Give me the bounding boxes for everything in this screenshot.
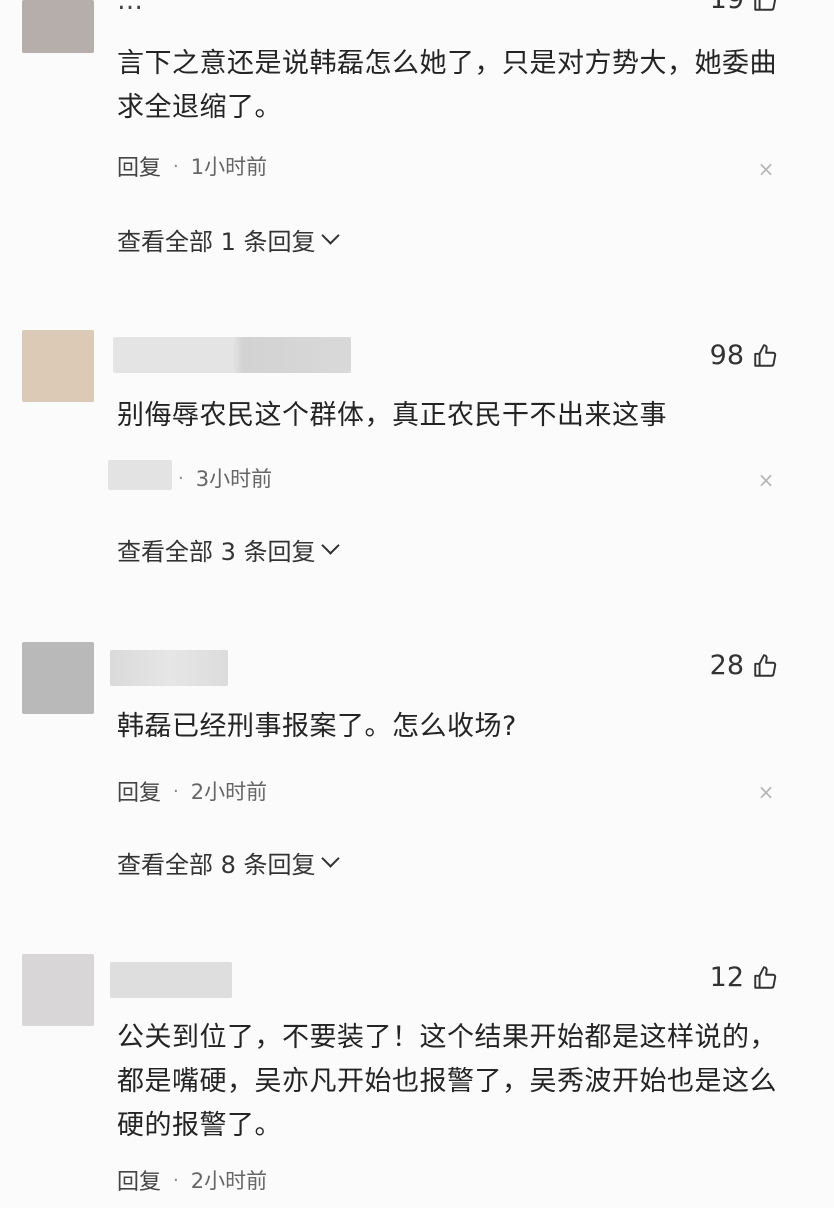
chevron-down-icon — [320, 849, 340, 868]
chevron-down-icon — [320, 536, 340, 555]
thumbs-up-icon — [754, 653, 777, 677]
like-button[interactable]: 28 — [710, 650, 778, 681]
like-count: 98 — [709, 340, 744, 371]
reply-button[interactable]: 回复 — [117, 150, 161, 182]
view-all-label: 查看全部 1 条回复 — [117, 228, 316, 256]
username-redacted[interactable] — [113, 337, 351, 373]
separator-dot: · — [178, 467, 184, 489]
thumbs-up-icon — [754, 343, 777, 367]
close-icon[interactable]: × — [754, 157, 778, 181]
comment-text: 韩磊已经刑事报案了。怎么收场? — [117, 711, 517, 742]
truncated-comment-text: … — [117, 0, 145, 16]
view-all-replies-button[interactable]: 查看全部 8 条回复 — [117, 845, 340, 880]
reply-button[interactable]: 回复 — [117, 1164, 161, 1196]
timestamp: 3小时前 — [195, 467, 273, 491]
thumbs-up-icon — [754, 965, 777, 989]
avatar[interactable] — [22, 642, 94, 714]
username-redacted[interactable] — [110, 650, 228, 686]
comment-meta: 回复 · 2小时前 — [117, 1164, 267, 1196]
like-count: 12 — [709, 962, 744, 993]
like-count: 19 — [710, 0, 744, 15]
separator-dot: · — [173, 1169, 179, 1191]
view-all-label: 查看全部 3 条回复 — [117, 538, 316, 566]
reply-button-redacted[interactable] — [108, 460, 172, 490]
close-icon[interactable]: × — [754, 468, 778, 492]
timestamp: 2小时前 — [190, 1169, 268, 1193]
comment-meta: 回复 · 1小时前 — [117, 150, 267, 182]
avatar[interactable] — [22, 954, 94, 1026]
like-button[interactable]: 19 — [710, 0, 778, 15]
avatar[interactable] — [22, 330, 94, 402]
thumbs-up-icon — [754, 0, 776, 11]
separator-dot: · — [173, 155, 179, 177]
timestamp: 2小时前 — [190, 780, 268, 804]
view-all-label: 查看全部 8 条回复 — [117, 851, 316, 879]
comment-meta: 回复 · 2小时前 — [117, 775, 267, 807]
comment-meta: · 3小时前 — [178, 463, 272, 493]
like-button[interactable]: 12 — [710, 962, 778, 993]
view-all-replies-button[interactable]: 查看全部 3 条回复 — [117, 532, 340, 567]
username-redacted[interactable] — [110, 962, 232, 998]
close-icon[interactable]: × — [754, 780, 778, 804]
view-all-replies-button[interactable]: 查看全部 1 条回复 — [117, 222, 340, 257]
avatar[interactable] — [22, 0, 94, 53]
timestamp: 1小时前 — [190, 155, 268, 179]
comment-text: 言下之意还是说韩磊怎么她了，只是对方势大，她委曲求全退缩了。 — [117, 48, 777, 123]
comment-text: 别侮辱农民这个群体，真正农民干不出来这事 — [117, 400, 667, 431]
comment-text: 公关到位了，不要装了！这个结果开始都是这样说的，都是嘴硬，吴亦凡开始也报警了，吴… — [117, 1022, 777, 1141]
reply-button[interactable]: 回复 — [117, 775, 161, 807]
separator-dot: · — [173, 780, 179, 802]
chevron-down-icon — [320, 226, 340, 245]
like-count: 28 — [709, 650, 744, 681]
like-button[interactable]: 98 — [710, 340, 778, 371]
